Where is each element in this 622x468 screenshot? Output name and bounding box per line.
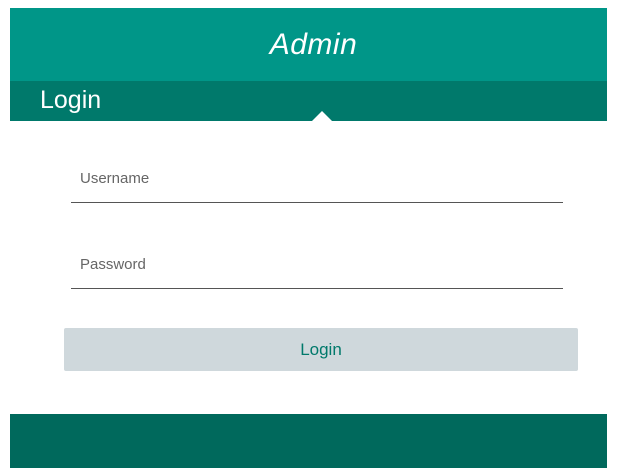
section-header: Login xyxy=(10,81,607,121)
login-button[interactable]: Login xyxy=(64,328,578,371)
footer-bar xyxy=(10,414,607,468)
app-title: Admin xyxy=(269,27,358,61)
pointer-notch xyxy=(312,111,332,121)
section-title: Login xyxy=(40,86,102,114)
password-field xyxy=(71,252,563,289)
app-header: Admin xyxy=(10,8,607,81)
username-input[interactable] xyxy=(71,166,563,202)
login-page: Admin Login Login xyxy=(0,0,622,468)
username-field xyxy=(71,166,563,203)
password-input[interactable] xyxy=(71,252,563,288)
